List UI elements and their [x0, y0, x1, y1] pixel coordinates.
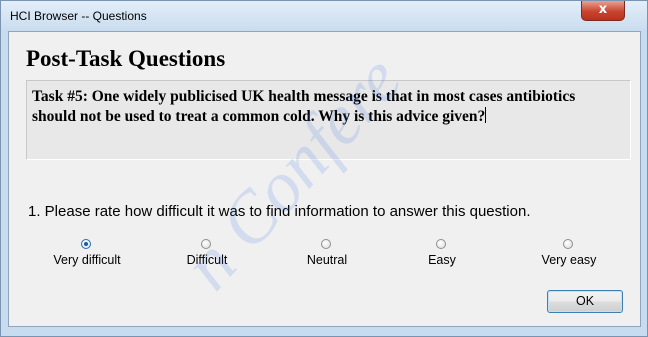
question-text: 1. Please rate how difficult it was to f…: [28, 203, 531, 220]
radio-difficult[interactable]: [201, 239, 211, 249]
task-description-box[interactable]: Task #5: One widely publicised UK health…: [26, 80, 631, 160]
radio-very-easy[interactable]: [563, 239, 573, 249]
window-title: HCI Browser -- Questions: [10, 9, 147, 23]
close-button[interactable]: x: [581, 1, 625, 21]
page-title: Post-Task Questions: [26, 46, 226, 71]
radio-very-difficult[interactable]: [81, 239, 91, 249]
close-icon: x: [598, 2, 608, 17]
dialog-window: HCI Browser -- Questions x Post-Task Que…: [0, 0, 648, 337]
ok-button[interactable]: OK: [547, 290, 623, 313]
task-description: Task #5: One widely publicised UK health…: [32, 87, 622, 127]
rating-option-very-difficult[interactable]: Very difficult: [32, 239, 142, 279]
title-bar[interactable]: HCI Browser -- Questions x: [1, 1, 647, 31]
rating-option-neutral[interactable]: Neutral: [272, 239, 382, 279]
rating-label-easy: Easy: [428, 253, 456, 267]
dialog-content: Post-Task Questions Task #5: One widely …: [8, 31, 641, 327]
task-description-text: Task #5: One widely publicised UK health…: [32, 88, 576, 125]
radio-neutral[interactable]: [321, 239, 331, 249]
radio-easy[interactable]: [436, 239, 446, 249]
rating-label-neutral: Neutral: [306, 253, 348, 267]
radio-selected-dot: [84, 242, 88, 246]
rating-label-very-difficult: Very difficult: [53, 253, 121, 267]
rating-option-easy[interactable]: Easy: [387, 239, 497, 279]
ok-button-label: OK: [575, 294, 595, 308]
rating-label-difficult: Difficult: [186, 253, 228, 267]
rating-label-very-easy: Very easy: [541, 253, 597, 267]
rating-option-very-easy[interactable]: Very easy: [514, 239, 624, 279]
rating-option-difficult[interactable]: Difficult: [152, 239, 262, 279]
text-cursor: [485, 107, 487, 123]
